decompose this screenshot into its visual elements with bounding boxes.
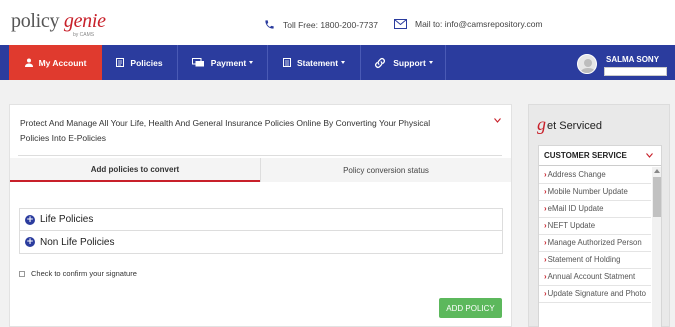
logo-brand-b: genie: [63, 10, 106, 32]
page-title: Protect And Manage All Your Life, Health…: [20, 118, 431, 143]
list-item[interactable]: ›Address Change: [539, 167, 651, 184]
nav-my-account[interactable]: My Account: [9, 45, 102, 80]
user-subtitle-field: [604, 67, 667, 76]
customer-service-header[interactable]: CUSTOMER SERVICE: [539, 146, 661, 166]
chevron-down-icon: [341, 61, 346, 64]
chevron-right-icon: ›: [544, 204, 547, 213]
confirm-signature-label: Check to confirm your signature: [31, 269, 137, 278]
support-link-icon: [375, 57, 386, 68]
chevron-right-icon: ›: [544, 289, 547, 298]
chevron-right-icon: ›: [544, 170, 547, 179]
logo-brand-a: policy: [11, 10, 60, 32]
chevron-right-icon: ›: [544, 272, 547, 281]
toll-free-text: Toll Free: 1800-200-7737: [283, 19, 378, 30]
list-item[interactable]: ›Annual Account Statment: [539, 269, 651, 286]
user-icon: [24, 58, 33, 67]
nav-payment[interactable]: Payment: [178, 45, 268, 80]
accordion-non-life-policies[interactable]: + Non Life Policies: [19, 231, 503, 254]
add-policy-button[interactable]: ADD POLICY: [439, 298, 502, 318]
top-bar: policy genie by CAMS Toll Free: 1800-200…: [0, 0, 675, 45]
accordion-label: Non Life Policies: [40, 236, 115, 248]
policy-genie-logo[interactable]: policy genie by CAMS: [11, 10, 106, 40]
plus-circle-icon: +: [25, 214, 35, 225]
chevron-right-icon: ›: [544, 238, 547, 247]
nav-policies-label: Policies: [130, 57, 163, 68]
statement-icon: [282, 58, 291, 67]
main-nav: My Account Policies Payment Statement Su…: [0, 45, 675, 80]
tab-bar: Add policies to convert Policy conversio…: [10, 158, 511, 182]
scroll-up-arrow-icon[interactable]: [654, 169, 660, 173]
list-item[interactable]: ›Mobile Number Update: [539, 184, 651, 201]
chevron-right-icon: ›: [544, 221, 547, 230]
list-item[interactable]: ›Update Signature and Photo: [539, 286, 651, 303]
nav-support-label: Support: [393, 57, 426, 68]
list-item[interactable]: ›NEFT Update: [539, 218, 651, 235]
phone-icon: [265, 20, 274, 29]
mail-icon: [394, 19, 407, 29]
chevron-right-icon: ›: [544, 187, 547, 196]
tab-conversion-status[interactable]: Policy conversion status: [260, 158, 511, 182]
chevron-down-icon[interactable]: [494, 118, 501, 123]
confirm-signature-row: Check to confirm your signature: [19, 269, 137, 278]
mail-text: Mail to: info@camsrepository.com: [415, 19, 543, 29]
confirm-signature-checkbox[interactable]: [19, 270, 25, 277]
user-name[interactable]: SALMA SONY: [606, 55, 659, 64]
get-serviced-heading: g et Serviced: [537, 115, 602, 133]
nav-my-account-label: My Account: [38, 57, 87, 68]
customer-service-box: CUSTOMER SERVICE ›Address Change ›Mobile…: [538, 145, 662, 327]
scrollbar-thumb[interactable]: [653, 177, 661, 217]
customer-service-scrollbar[interactable]: [652, 167, 661, 327]
accordion-label: Life Policies: [40, 214, 94, 225]
tab-add-policies[interactable]: Add policies to convert: [10, 158, 260, 182]
add-policies-panel: Protect And Manage All Your Life, Health…: [9, 104, 512, 327]
document-icon: [116, 58, 125, 67]
list-item[interactable]: ›Statement of Holding: [539, 252, 651, 269]
toll-free-contact: Toll Free: 1800-200-7737: [264, 19, 378, 30]
get-serviced-text: et Serviced: [547, 120, 603, 132]
divider: [18, 155, 502, 156]
nav-statement-label: Statement: [296, 57, 339, 68]
avatar[interactable]: [577, 54, 597, 74]
chevron-down-icon: [428, 61, 433, 64]
chevron-down-icon: [646, 153, 653, 158]
chevron-down-icon: [249, 61, 254, 64]
nav-payment-label: Payment: [210, 57, 247, 68]
customer-service-title: CUSTOMER SERVICE: [544, 151, 627, 160]
accordion-life-policies[interactable]: + Life Policies: [19, 208, 503, 231]
list-item[interactable]: ›eMail ID Update: [539, 201, 651, 218]
nav-support[interactable]: Support: [361, 45, 446, 80]
nav-policies[interactable]: Policies: [102, 45, 178, 80]
logo-byline: by CAMS: [73, 32, 95, 38]
list-item[interactable]: ›Manage Authorized Person: [539, 235, 651, 252]
mail-contact[interactable]: Mail to: info@camsrepository.com: [394, 19, 543, 29]
nav-statement[interactable]: Statement: [268, 45, 361, 80]
plus-circle-icon: +: [25, 237, 35, 247]
customer-service-list: ›Address Change ›Mobile Number Update ›e…: [539, 167, 651, 303]
chevron-right-icon: ›: [544, 255, 547, 264]
get-serviced-panel: g et Serviced CUSTOMER SERVICE ›Address …: [528, 104, 670, 327]
payment-icon: [191, 58, 204, 67]
genie-g-logo: g: [537, 114, 546, 134]
